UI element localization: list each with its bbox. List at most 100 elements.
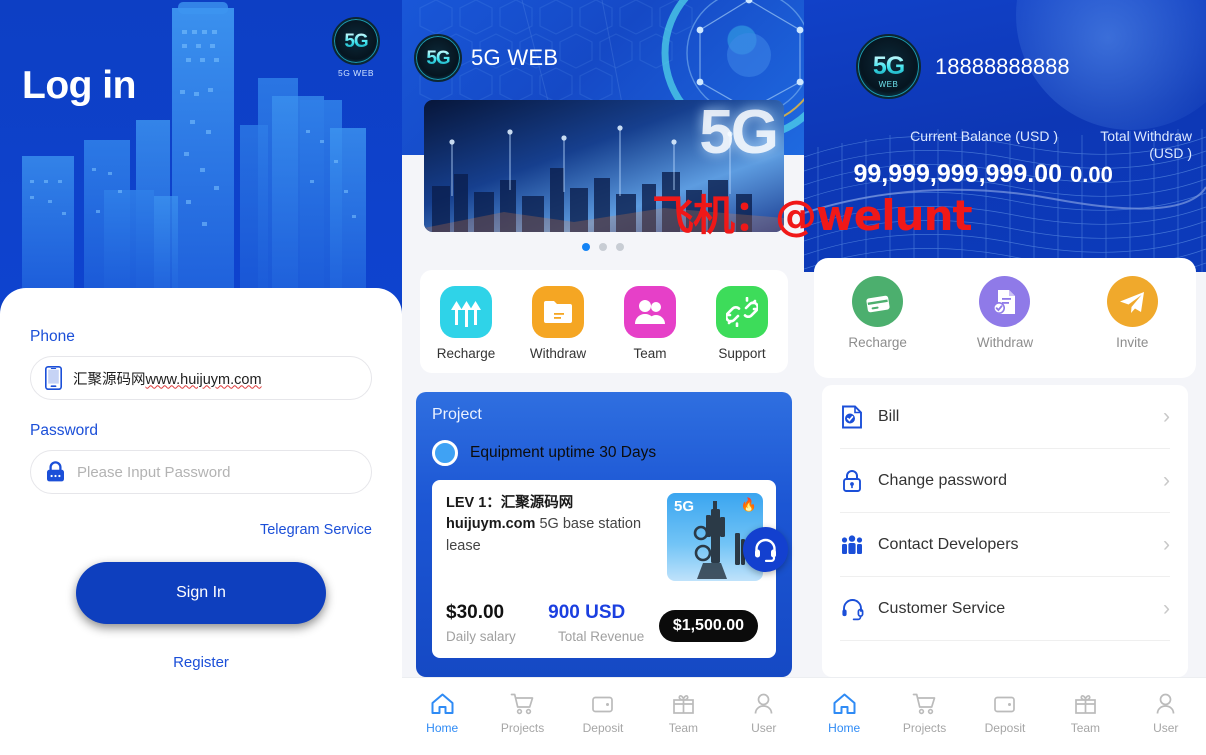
project-item[interactable]: LEV 1：汇聚源码网 huijuym.com 5G base station l… bbox=[432, 480, 788, 658]
nav-item-home[interactable]: Home bbox=[811, 690, 877, 735]
balance-labels-row: Current Balance (USD ) Total Withdraw (US… bbox=[804, 128, 1206, 161]
phone-input[interactable]: 汇聚源码网www.huijuym.com bbox=[30, 356, 372, 400]
chevron-right-icon: › bbox=[1163, 532, 1170, 556]
profile-action-recharge[interactable]: Recharge bbox=[832, 276, 924, 350]
banner-5g-text: 5G bbox=[699, 100, 779, 167]
profile-action-label: Recharge bbox=[848, 335, 907, 350]
profile-actions-card: Recharge Withdraw Invite bbox=[814, 258, 1196, 378]
password-placeholder: Please Input Password bbox=[77, 463, 231, 481]
radio-selected-icon[interactable] bbox=[432, 440, 458, 466]
customer-service-float-button[interactable] bbox=[743, 527, 788, 572]
telegram-service-link[interactable]: Telegram Service bbox=[30, 522, 372, 538]
carousel-dot-2[interactable] bbox=[599, 243, 607, 251]
bill-document-icon bbox=[840, 405, 864, 429]
badge-5g-text: 5G bbox=[426, 47, 450, 69]
promo-banner[interactable]: 5G bbox=[424, 100, 784, 232]
nav-item-projects[interactable]: Projects bbox=[892, 690, 958, 735]
quick-action-label: Support bbox=[718, 346, 766, 361]
chevron-right-icon: › bbox=[1163, 468, 1170, 492]
quick-action-withdraw[interactable]: Withdraw bbox=[519, 286, 597, 361]
quick-action-recharge[interactable]: Recharge bbox=[427, 286, 505, 361]
fire-icon: 🔥 bbox=[740, 497, 757, 512]
uptime-option[interactable]: Equipment uptime 30 Days bbox=[432, 440, 776, 466]
menu-item-bill[interactable]: Bill › bbox=[840, 385, 1170, 449]
menu-label: Change password bbox=[878, 471, 1007, 489]
chevron-right-icon: › bbox=[1163, 404, 1170, 428]
nav-item-user[interactable]: User bbox=[1133, 690, 1199, 735]
balance-values-row: 99,999,999,999.00 0.00 bbox=[804, 160, 1206, 189]
nav-label: Home bbox=[828, 721, 861, 735]
5g-badge-icon: 5G bbox=[414, 34, 462, 82]
quick-action-support[interactable]: Support bbox=[703, 286, 781, 361]
quick-action-team[interactable]: Team bbox=[611, 286, 689, 361]
nav-label: Team bbox=[1070, 721, 1101, 735]
gift-icon bbox=[650, 690, 716, 718]
bottom-navigation: Home Projects Deposit Team User bbox=[402, 677, 804, 755]
menu-item-customer-service[interactable]: Customer Service › bbox=[840, 577, 1170, 641]
brand-logo: 5G 5G WEB bbox=[332, 17, 380, 78]
daily-salary-value: $30.00 bbox=[446, 602, 505, 623]
headset-icon bbox=[755, 538, 776, 562]
register-link[interactable]: Register bbox=[30, 654, 372, 671]
cart-icon bbox=[490, 690, 556, 718]
login-form-card: Phone 汇聚源码网www.huijuym.com Password Plea… bbox=[0, 288, 402, 755]
total-withdraw-value: 0.00 bbox=[1070, 162, 1113, 187]
quick-actions-card: Recharge Withdraw Team Support bbox=[420, 270, 788, 373]
link-chain-icon bbox=[716, 286, 768, 338]
nav-item-projects[interactable]: Projects bbox=[490, 690, 556, 735]
profile-action-invite[interactable]: Invite bbox=[1086, 276, 1178, 350]
partial-icon bbox=[840, 661, 864, 677]
total-revenue-value: 900 USD bbox=[548, 602, 626, 623]
quick-action-label: Team bbox=[633, 346, 667, 361]
menu-item-partial[interactable] bbox=[840, 641, 1170, 677]
profile-action-label: Withdraw bbox=[976, 335, 1034, 350]
total-withdraw-label: Total Withdraw (USD ) bbox=[1100, 128, 1192, 161]
document-check-icon bbox=[979, 276, 1031, 327]
current-balance-value: 99,999,999,999.00 bbox=[853, 160, 1062, 188]
carousel-dot-3[interactable] bbox=[616, 243, 624, 251]
badge-5g-text: 5G bbox=[872, 52, 905, 80]
nav-item-deposit[interactable]: Deposit bbox=[972, 690, 1038, 735]
5g-badge-icon: 5G bbox=[332, 17, 380, 65]
carousel-dot-1[interactable] bbox=[582, 243, 590, 251]
phone-label: Phone bbox=[30, 328, 75, 345]
nav-item-team[interactable]: Team bbox=[1052, 690, 1118, 735]
three-screen-montage: Log in 5G 5G WEB Phone 汇聚源码网www.huijuym.… bbox=[0, 0, 1206, 755]
project-stats: $30.00 900 USD Daily salary Total Revenu… bbox=[446, 602, 762, 644]
nav-label: Deposit bbox=[984, 721, 1026, 735]
menu-item-contact-developers[interactable]: Contact Developers › bbox=[840, 513, 1170, 577]
lock-icon bbox=[47, 461, 64, 482]
daily-salary-label: Daily salary bbox=[446, 629, 516, 644]
brand-caption: 5G WEB bbox=[337, 68, 375, 78]
price-badge[interactable]: $1,500.00 bbox=[658, 610, 758, 642]
password-label: Password bbox=[30, 422, 99, 439]
project-item-title: LEV 1：汇聚源码网 huijuym.com 5G base station l… bbox=[446, 495, 642, 554]
project-section-title: Project bbox=[432, 406, 482, 423]
people-icon bbox=[624, 286, 676, 338]
profile-menu-list: Bill › Change password › Contact Develop… bbox=[822, 385, 1188, 677]
nav-item-deposit[interactable]: Deposit bbox=[570, 690, 636, 735]
home-brand: 5G 5G WEB bbox=[414, 34, 558, 82]
profile-user-header: 5G WEB 18888888888 bbox=[856, 34, 1070, 99]
wallet-icon bbox=[570, 690, 636, 718]
menu-item-change-password[interactable]: Change password › bbox=[840, 449, 1170, 513]
menu-label: Bill bbox=[878, 407, 900, 425]
password-input[interactable]: Please Input Password bbox=[30, 450, 372, 494]
app-name: 5G WEB bbox=[471, 45, 559, 70]
lock-icon bbox=[840, 469, 864, 493]
home-icon bbox=[811, 690, 877, 718]
bottom-navigation: Home Projects Deposit Team User bbox=[804, 677, 1206, 755]
nav-label: Home bbox=[426, 721, 459, 735]
carousel-dots[interactable] bbox=[402, 243, 804, 251]
uptime-label: Equipment uptime 30 Days bbox=[470, 444, 657, 461]
nav-item-team[interactable]: Team bbox=[650, 690, 716, 735]
nav-label: User bbox=[751, 721, 777, 735]
nav-item-home[interactable]: Home bbox=[409, 690, 475, 735]
home-screen: 5G 5G WEB 5G Recharge Withdraw Team Supp… bbox=[402, 0, 804, 755]
nav-label: User bbox=[1153, 721, 1179, 735]
profile-action-withdraw[interactable]: Withdraw bbox=[959, 276, 1051, 350]
nav-item-user[interactable]: User bbox=[731, 690, 797, 735]
badge-web-text: WEB bbox=[878, 80, 899, 89]
5g-badge-icon: 5G WEB bbox=[856, 34, 921, 99]
sign-in-button[interactable]: Sign In bbox=[76, 562, 326, 624]
